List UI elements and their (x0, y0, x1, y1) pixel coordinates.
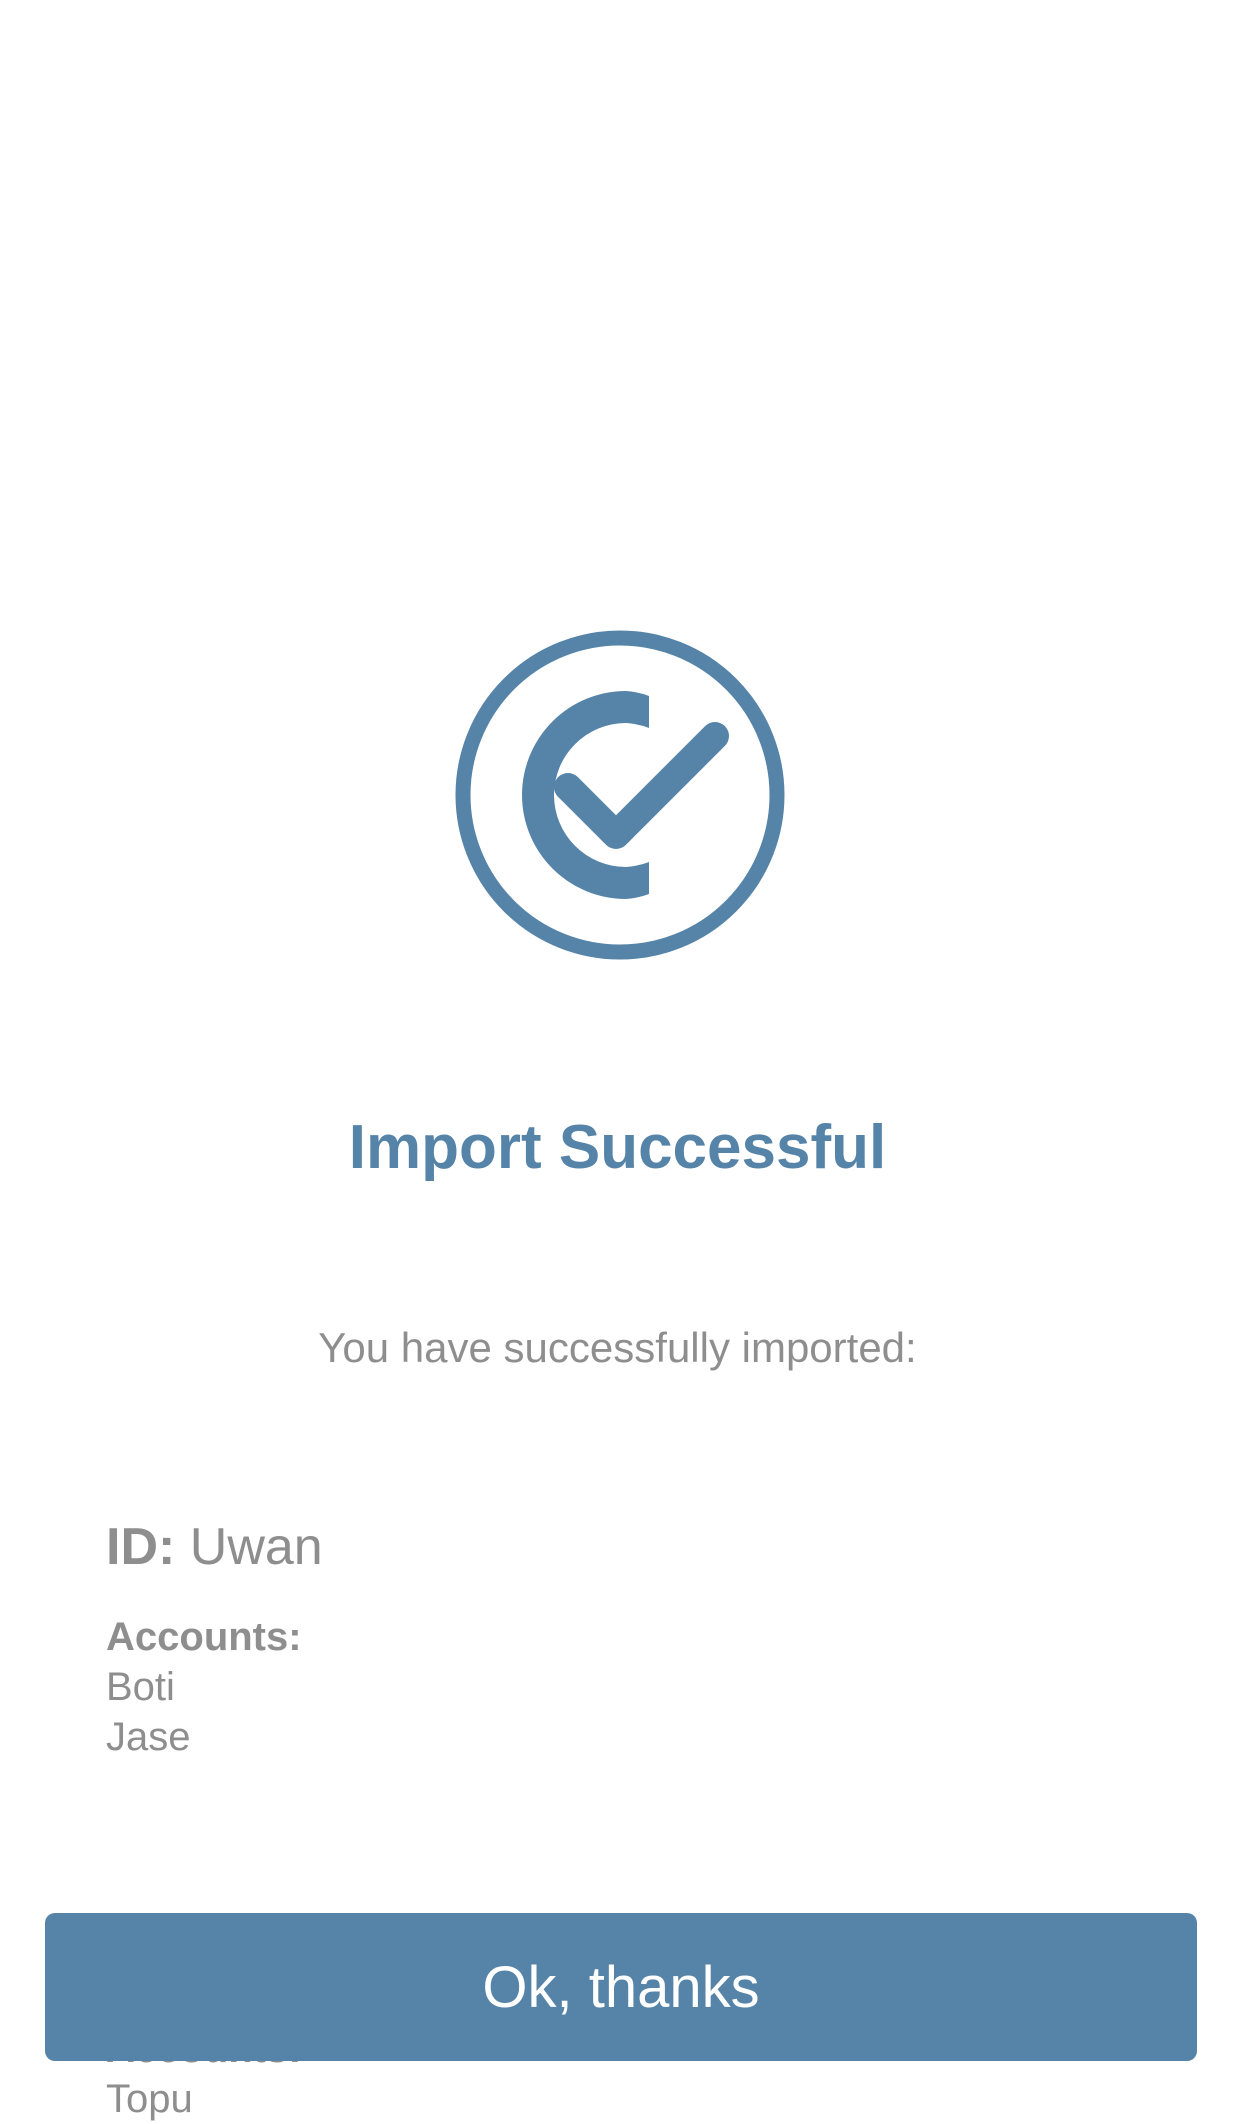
ok-thanks-button[interactable]: Ok, thanks (45, 1913, 1197, 2061)
import-summary-text: You have successfully imported: (318, 1324, 917, 1371)
id-row: ID: Uwan (106, 1512, 323, 1582)
account-item: Boti (106, 1665, 175, 1709)
account-item: Jase (106, 1715, 191, 1759)
account-item: Topu (106, 2077, 193, 2121)
accounts-label: Accounts: (106, 1615, 302, 1659)
check-circle-icon (455, 630, 785, 960)
accounts-section: Accounts: Boti Jase (106, 1612, 323, 1762)
id-value: Uwan (189, 1518, 323, 1576)
import-details: ID: Uwan Accounts: Boti Jase (106, 1512, 323, 1762)
id-label: ID: (106, 1518, 176, 1576)
page-title: Import Successful (348, 1113, 887, 1182)
